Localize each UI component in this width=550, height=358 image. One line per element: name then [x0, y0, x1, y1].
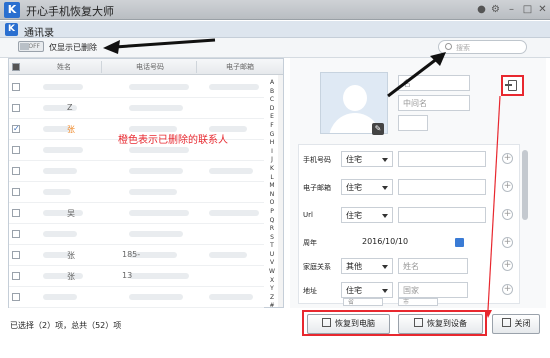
arrow-to-toggle	[114, 38, 216, 49]
red-arrow	[487, 95, 501, 311]
app-window: K 开心手机恢复大师 ● ⚙ – □ ✕ K 通讯录 OFF 仅显示已删除 搜索…	[0, 0, 550, 358]
arrow-head-toggle	[103, 40, 120, 54]
annotation-arrows	[103, 38, 501, 318]
arrow-to-search	[387, 56, 439, 98]
red-arrow-head	[485, 310, 492, 318]
